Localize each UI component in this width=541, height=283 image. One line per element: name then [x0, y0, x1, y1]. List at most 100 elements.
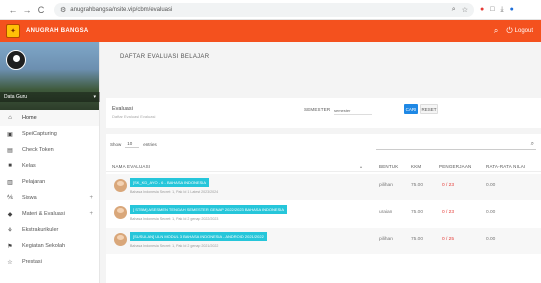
reload-icon[interactable]: C	[36, 4, 46, 16]
page-title: DAFTAR EVALUASI BELAJAR	[120, 54, 210, 60]
filter-subheading: Daftar Evaluasi Evaluasi	[112, 114, 156, 119]
extensions-puzzle-icon[interactable]: □	[490, 6, 494, 14]
back-icon[interactable]: ←	[8, 4, 18, 16]
avatar[interactable]	[6, 50, 26, 70]
cell-collection[interactable]: 0 / 23	[442, 210, 454, 215]
main-content: DAFTAR EVALUASI BELAJAR Evaluasi Daftar …	[100, 42, 541, 283]
profile-banner: Data Guru ▾	[0, 42, 100, 110]
sidebar-item-label: Ekstrakurikuler	[22, 227, 59, 233]
teacher-avatar	[114, 206, 127, 219]
home-icon: ⌂	[8, 115, 12, 121]
chevron-down-icon[interactable]: ▾	[93, 94, 96, 100]
sidebar-item-kegiatan-sekolah[interactable]: ⚑ Kegiatan Sekolah	[0, 238, 99, 254]
class-icon: ■	[8, 163, 12, 169]
lesson-icon: ▥	[7, 179, 13, 186]
column-form[interactable]: BENTUK	[379, 164, 398, 169]
materials-icon: ◆	[7, 211, 13, 218]
sidebar-item-label: Pelajaran	[22, 179, 46, 185]
search-icon[interactable]: ⌕	[494, 26, 498, 36]
evaluation-list: Show 10 entries ⌕ NAMA EVALUASI ▴ BENTUK…	[106, 134, 541, 283]
sort-icon[interactable]: ▴	[360, 164, 362, 169]
profile-name: Data Guru	[4, 94, 28, 100]
cell-kkm: 75.00	[411, 210, 424, 215]
search-button[interactable]: CARI	[404, 104, 418, 114]
search-icon: ⌕	[530, 141, 534, 147]
address-bar[interactable]: ⚙ anugrahbangsa/nsite.vip/cbm/evaluasi ⌕…	[54, 2, 474, 17]
token-icon: ▤	[7, 147, 13, 154]
sidebar: Data Guru ▾ ⌂ Home ▣ SpeiCapturing ▤ Check To…	[0, 42, 100, 283]
teacher-avatar	[114, 179, 127, 192]
logout-label: Logout	[514, 28, 533, 34]
sidebar-item-check-token[interactable]: ▤ Check Token	[0, 142, 99, 158]
sidebar-item-home[interactable]: ⌂ Home	[0, 110, 99, 126]
sidebar-item-materi-evaluasi[interactable]: ◆ Materi & Evaluasi +	[0, 206, 99, 222]
page-size-control: Show 10 entries	[110, 141, 157, 148]
sidebar-item-label: Check Token	[22, 147, 54, 153]
download-icon[interactable]: ⤓	[500, 6, 503, 14]
teacher-avatar	[114, 233, 127, 246]
brand-name[interactable]: ANUGRAH BANGSA	[26, 28, 89, 34]
page-size-select[interactable]: 10	[125, 141, 140, 148]
semester-select[interactable]: semester	[334, 106, 372, 115]
sidebar-item-siswa[interactable]: ⅍ Siswa +	[0, 190, 99, 206]
cell-form: pilihan	[379, 183, 393, 188]
star-icon: ☆	[7, 259, 13, 266]
column-collection[interactable]: PENGERJAAN	[439, 164, 472, 169]
column-kkm[interactable]: KKM	[411, 164, 421, 169]
url-text[interactable]: anugrahbangsa/nsite.vip/cbm/evaluasi	[70, 7, 172, 13]
cell-kkm: 75.00	[411, 183, 424, 188]
filter-heading: Evaluasi	[112, 106, 133, 112]
browser-toolbar: ← → C ⚙ anugrahbangsa/nsite.vip/cbm/eval…	[0, 0, 541, 20]
profile-bar[interactable]: Data Guru ▾	[0, 92, 100, 102]
evaluation-meta: Bahasa Indonesia Secret: 1, Pak Id 1 Lat…	[130, 190, 219, 194]
evaluation-title[interactable]: [SK_KD_AYO - 6 - BAHASA INDONESIA	[130, 178, 210, 187]
profile-icon[interactable]: ●	[510, 6, 514, 14]
entries-label: entries	[143, 142, 157, 147]
zoom-icon[interactable]: ⌕	[452, 6, 456, 14]
school-logo-icon[interactable]: ✦	[6, 24, 20, 38]
cell-form: uraian	[379, 210, 393, 215]
cell-collection[interactable]: 0 / 25	[442, 237, 454, 242]
bookmark-star-icon[interactable]: ☆	[462, 6, 468, 14]
sidebar-item-label: Prestasi	[22, 259, 42, 265]
app-header: ✦ ANUGRAH BANGSA ⌕ ⏻ Logout	[0, 20, 541, 42]
column-name[interactable]: NAMA EVALUASI	[112, 164, 150, 169]
filter-card: Evaluasi Daftar Evaluasi Evaluasi SEMEST…	[106, 98, 541, 128]
evaluation-title[interactable]: [SUSULAN] ULN MODUL 3 BAHASA INDONESIA -…	[130, 232, 267, 241]
table-row[interactable]: [SK_KD_AYO - 6 - BAHASA INDONESIA Bahasa …	[106, 174, 541, 200]
sidebar-item-label: Kelas	[22, 163, 36, 169]
sidebar-item-label: SpeiCapturing	[22, 131, 57, 137]
table-search-input[interactable]: ⌕	[376, 140, 536, 150]
column-average[interactable]: RATA-RATA NILAI	[486, 164, 525, 169]
forward-icon[interactable]: →	[22, 4, 32, 16]
site-info-icon[interactable]: ⚙	[60, 6, 66, 14]
sidebar-item-prestasi[interactable]: ☆ Prestasi	[0, 254, 99, 270]
camera-icon: ▣	[7, 131, 13, 138]
expand-plus-icon[interactable]: +	[89, 195, 93, 201]
table-row[interactable]: [SUSULAN] ULN MODUL 3 BAHASA INDONESIA -…	[106, 228, 541, 254]
expand-plus-icon[interactable]: +	[89, 211, 93, 217]
reset-button[interactable]: RESET	[420, 104, 438, 114]
power-icon: ⏻	[506, 26, 513, 35]
sidebar-item-label: Home	[22, 115, 37, 121]
sidebar-item-label: Materi & Evaluasi	[22, 211, 65, 217]
evaluation-meta: Bahasa Indonesia Secret: 1, Pak Id 2 gen…	[130, 217, 219, 221]
cell-average: 0.00	[486, 183, 496, 188]
sidebar-item-label: Kegiatan Sekolah	[22, 243, 66, 249]
cell-average: 0.00	[486, 237, 496, 242]
sidebar-item-kelas[interactable]: ■ Kelas	[0, 158, 99, 174]
logout-button[interactable]: ⏻ Logout	[506, 26, 533, 36]
evaluation-meta: Bahasa Indonesia Secret: 1, Pak Id 2 gen…	[130, 244, 219, 248]
cell-kkm: 75.00	[411, 237, 424, 242]
table-row[interactable]: [ STBM] ASESMEN TENGAH SEMESTER GENAP 20…	[106, 201, 541, 227]
cell-collection[interactable]: 0 / 23	[442, 183, 454, 188]
sidebar-item-label: Siswa	[22, 195, 37, 201]
flag-icon: ⚑	[7, 243, 13, 250]
extension-icon[interactable]: ●	[480, 6, 484, 14]
evaluation-title[interactable]: [ STBM] ASESMEN TENGAH SEMESTER GENAP 20…	[130, 205, 288, 214]
sidebar-item-speicapturing[interactable]: ▣ SpeiCapturing	[0, 126, 99, 142]
sidebar-item-ekstrakurikuler[interactable]: ⚘ Ekstrakurikuler	[0, 222, 99, 238]
students-icon: ⅍	[7, 195, 13, 201]
sidebar-item-pelajaran[interactable]: ▥ Pelajaran	[0, 174, 99, 190]
cell-average: 0.00	[486, 210, 496, 215]
